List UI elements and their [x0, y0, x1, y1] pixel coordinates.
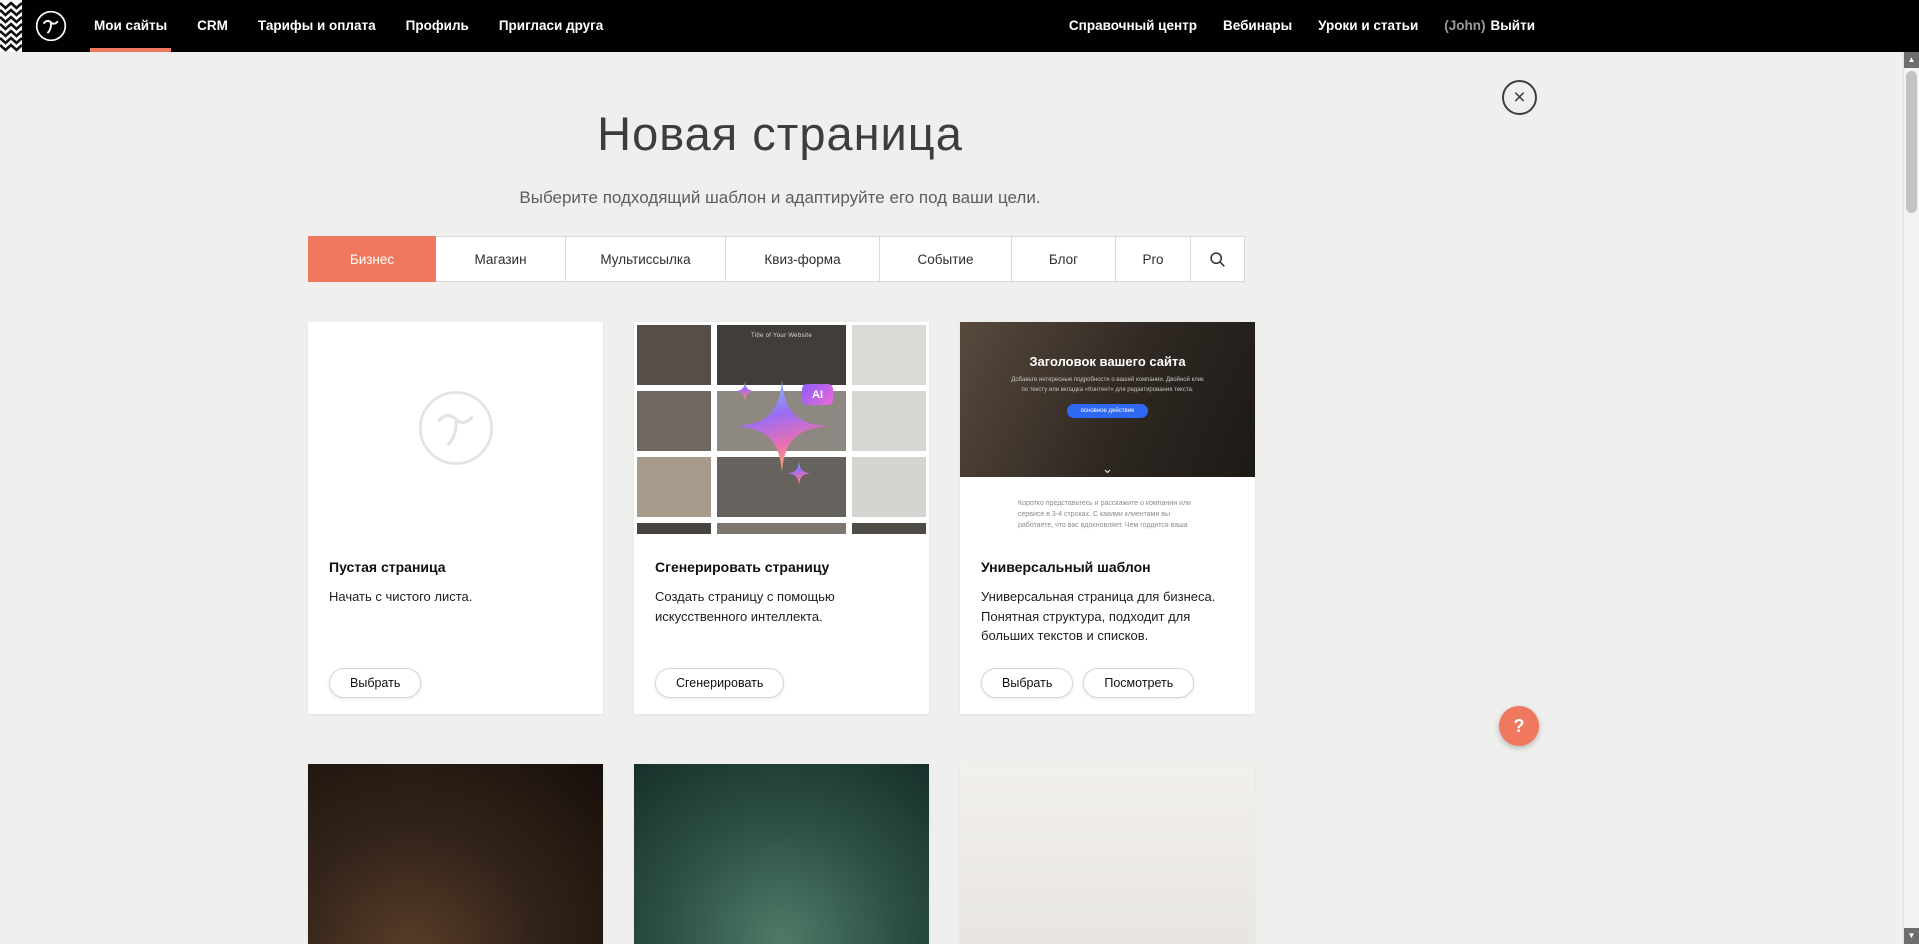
card-title: Пустая страница [329, 559, 582, 575]
close-icon: × [1513, 87, 1525, 108]
blank-card-preview[interactable] [308, 322, 603, 534]
collage-tile [637, 523, 711, 534]
ai-card-preview[interactable]: Title of Your Website [634, 322, 929, 534]
nav-item-invite-friend[interactable]: Пригласи друга [499, 0, 603, 52]
nav-item-my-sites[interactable]: Мои сайты [94, 0, 167, 52]
template-preview-image [960, 764, 1255, 944]
scrollbar[interactable]: ▲ ▼ [1903, 52, 1919, 944]
template-card-partial[interactable] [960, 764, 1255, 944]
zigzag-decoration [0, 0, 22, 52]
question-mark-icon: ? [1514, 716, 1525, 737]
mini-site-body-text: Коротко представьтесь и расскажите о ком… [1018, 498, 1197, 534]
tilda-watermark-icon [417, 389, 495, 467]
tab-quiz-form[interactable]: Квиз-форма [725, 236, 880, 282]
universal-card-preview[interactable]: Заголовок вашего сайта Добавьте интересн… [960, 322, 1255, 534]
template-card-ai: Title of Your Website [634, 322, 929, 714]
card-description: Начать с чистого листа. [329, 587, 582, 607]
app: Мои сайты CRM Тарифы и оплата Профиль Пр… [0, 0, 1919, 944]
scrollbar-thumb[interactable] [1906, 71, 1917, 213]
collage-caption: Title of Your Website [717, 333, 846, 339]
choose-button[interactable]: Выбрать [981, 668, 1073, 698]
template-preview-image [634, 764, 929, 944]
tab-event[interactable]: Событие [879, 236, 1012, 282]
scroll-up-arrow[interactable]: ▲ [1904, 52, 1919, 68]
ai-badge: AI [802, 384, 833, 405]
mini-site-subtext: Добавьте интересные подробности о вашей … [1010, 376, 1206, 395]
user-logout[interactable]: (John) Выйти [1444, 0, 1535, 52]
logout-link[interactable]: Выйти [1491, 0, 1536, 52]
navbar-main-menu: Мои сайты CRM Тарифы и оплата Профиль Пр… [94, 0, 603, 52]
tilda-logo-icon[interactable] [35, 10, 67, 42]
tab-pro[interactable]: Pro [1115, 236, 1191, 282]
nav-item-profile[interactable]: Профиль [406, 0, 469, 52]
card-title: Сгенерировать страницу [655, 559, 908, 575]
scroll-down-arrow[interactable]: ▼ [1904, 928, 1919, 944]
mini-site-hero: Заголовок вашего сайта Добавьте интересн… [960, 322, 1255, 477]
template-card-universal: Заголовок вашего сайта Добавьте интересн… [960, 322, 1255, 714]
top-navbar: Мои сайты CRM Тарифы и оплата Профиль Пр… [0, 0, 1919, 52]
nav-item-webinars[interactable]: Вебинары [1223, 0, 1292, 52]
search-icon [1209, 251, 1226, 268]
collage-tile [717, 523, 846, 534]
template-card-partial[interactable] [634, 764, 929, 944]
chevron-down-icon: ⌄ [960, 462, 1255, 475]
navbar-secondary-menu: Справочный центр Вебинары Уроки и статьи… [1069, 0, 1560, 52]
mini-site-preview: Заголовок вашего сайта Добавьте интересн… [960, 322, 1255, 534]
nav-item-tutorials[interactable]: Уроки и статьи [1318, 0, 1418, 52]
tab-store[interactable]: Магазин [435, 236, 566, 282]
preview-button[interactable]: Посмотреть [1083, 668, 1194, 698]
tab-link-in-bio[interactable]: Мультиссылка [565, 236, 726, 282]
template-preview-image [308, 764, 603, 944]
card-title: Универсальный шаблон [981, 559, 1234, 575]
help-button[interactable]: ? [1499, 706, 1539, 746]
ai-sparkle-icon [697, 341, 867, 511]
nav-item-pricing[interactable]: Тарифы и оплата [258, 0, 376, 52]
choose-button[interactable]: Выбрать [329, 668, 421, 698]
collage-tile [852, 523, 926, 534]
template-grid: Пустая страница Начать с чистого листа. … [308, 322, 1258, 944]
template-card-partial[interactable] [308, 764, 603, 944]
mini-site-heading: Заголовок вашего сайта [1029, 354, 1185, 369]
card-description: Универсальная страница для бизнеса. Поня… [981, 587, 1234, 646]
generate-button[interactable]: Сгенерировать [655, 668, 784, 698]
user-name: (John) [1444, 0, 1485, 52]
page-title: Новая страница [0, 106, 1560, 161]
tab-business[interactable]: Бизнес [308, 236, 436, 282]
mini-site-cta-button: основное действие [1067, 404, 1149, 418]
tab-search[interactable] [1190, 236, 1245, 282]
page-subtitle: Выберите подходящий шаблон и адаптируйте… [0, 188, 1560, 208]
category-tabs: Бизнес Магазин Мультиссылка Квиз-форма С… [308, 236, 1245, 282]
tab-blog[interactable]: Блог [1011, 236, 1116, 282]
card-description: Создать страницу с помощью искусственног… [655, 587, 908, 626]
nav-item-help-center[interactable]: Справочный центр [1069, 0, 1197, 52]
nav-item-crm[interactable]: CRM [197, 0, 228, 52]
template-card-blank: Пустая страница Начать с чистого листа. … [308, 322, 603, 714]
